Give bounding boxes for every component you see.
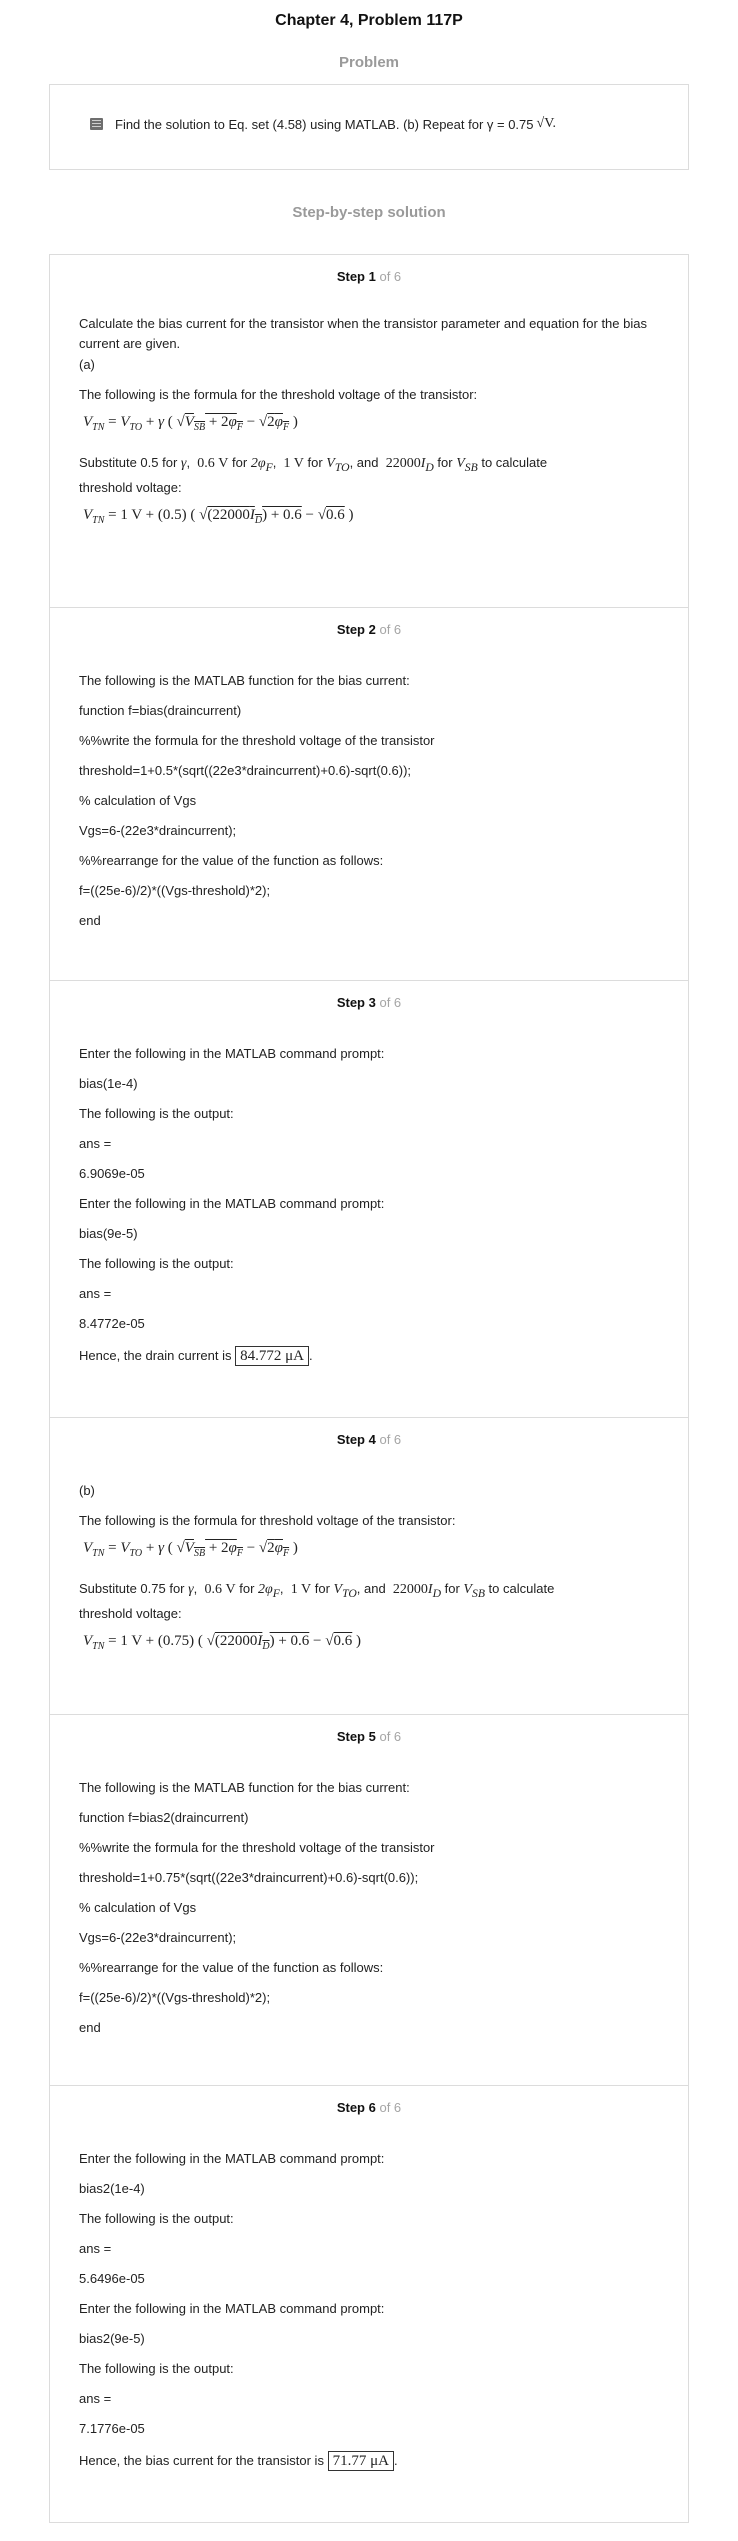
step-of: of 6 (379, 2100, 402, 2115)
step-number: Step 5 (336, 1729, 376, 1744)
step-line: The following is the output: (79, 2361, 234, 2376)
code-line: %%rearrange for the value of the functio… (79, 853, 384, 868)
answer-box: 84.772 μA (235, 1346, 309, 1366)
code-line: function f=bias2(draincurrent) (79, 1810, 249, 1825)
code-line: % calculation of Vgs (79, 793, 197, 808)
code-line: f=((25e-6)/2)*((Vgs-threshold)*2); (79, 1990, 271, 2005)
substituted-formula: VTN = 1 V + (0.5) ( √(22000ID) + 0.6 − √… (83, 506, 354, 526)
code-line: % calculation of Vgs (79, 1900, 197, 1915)
step-conclusion: Hence, the bias current for the transist… (79, 2451, 398, 2471)
step-line: ans = (79, 1286, 112, 1301)
step-line: bias2(1e-4) (79, 2181, 145, 2196)
step-line: Enter the following in the MATLAB comman… (79, 2151, 385, 2166)
step-conclusion: Hence, the drain current is 84.772 μA. (79, 1346, 313, 1366)
problem-heading: Problem (338, 54, 399, 71)
step-line: ans = (79, 1136, 112, 1151)
step-3: Step 3 of 6 Enter the following in the M… (50, 981, 688, 1418)
problem-statement: Find the solution to Eq. set (4.58) usin… (90, 116, 556, 132)
step-line: ans = (79, 2241, 112, 2256)
step-part-label: (a) (79, 357, 95, 372)
book-icon (90, 118, 103, 130)
problem-unit: √V. (536, 116, 557, 131)
steps-container: Step 1 of 6 Calculate the bias current f… (49, 254, 689, 2523)
page-title: Chapter 4, Problem 117P (275, 12, 463, 29)
step-line: 8.4772e-05 (79, 1316, 145, 1331)
problem-text: Find the solution to Eq. set (4.58) usin… (115, 116, 534, 132)
step-line: ans = (79, 2391, 112, 2406)
step-line: The following is the output: (79, 2211, 234, 2226)
step-line: Enter the following in the MATLAB comman… (79, 1046, 385, 1061)
code-line: threshold=1+0.75*(sqrt((22e3*draincurren… (79, 1870, 419, 1885)
step-1: Step 1 of 6 Calculate the bias current f… (50, 255, 688, 608)
step-body: Enter the following in the MATLAB comman… (50, 1015, 688, 1366)
code-line: f=((25e-6)/2)*((Vgs-threshold)*2); (79, 883, 271, 898)
step-number: Step 1 (336, 269, 376, 284)
step-text: Calculate the bias current for the trans… (79, 316, 647, 351)
step-line: Enter the following in the MATLAB comman… (79, 1196, 385, 1211)
substituted-formula: VTN = 1 V + (0.75) ( √(22000ID) + 0.6 − … (83, 1632, 361, 1652)
substitution-text: Substitute 0.75 for γ, 0.6 V for 2φF, 1 … (79, 1581, 555, 1621)
answer-box: 71.77 μA (327, 2451, 394, 2471)
step-body: The following is the MATLAB function for… (50, 642, 688, 929)
step-number: Step 2 (336, 622, 376, 637)
code-line: Vgs=6-(22e3*draincurrent); (79, 1930, 237, 1945)
threshold-formula: VTN = VTO + γ ( √VSB + 2φF − √2φF ) (83, 414, 298, 433)
step-line: The following is the output: (79, 1106, 234, 1121)
substitution-text: Substitute 0.5 for γ, 0.6 V for 2φF, 1 V… (79, 455, 548, 495)
step-number: Step 3 (336, 995, 376, 1010)
code-line: end (79, 2020, 101, 2035)
problem-box: Find the solution to Eq. set (4.58) usin… (49, 84, 689, 170)
solution-page: Chapter 4, Problem 117P Problem Find the… (0, 0, 738, 2541)
step-header: Step 5 of 6 (50, 1715, 688, 1749)
step-header: Step 6 of 6 (50, 2086, 688, 2120)
code-line: The following is the MATLAB function for… (79, 673, 410, 688)
step-of: of 6 (379, 1729, 402, 1744)
threshold-formula: VTN = VTO + γ ( √VSB + 2φF − √2φF ) (83, 1540, 298, 1559)
step-line: 6.9069e-05 (79, 1166, 145, 1181)
step-line: bias(9e-5) (79, 1226, 138, 1241)
step-header: Step 3 of 6 (50, 981, 688, 1015)
step-header: Step 2 of 6 (50, 608, 688, 642)
step-of: of 6 (379, 995, 402, 1010)
step-line: bias2(9e-5) (79, 2331, 145, 2346)
code-line: threshold=1+0.5*(sqrt((22e3*draincurrent… (79, 763, 412, 778)
code-line: Vgs=6-(22e3*draincurrent); (79, 823, 237, 838)
step-body: Enter the following in the MATLAB comman… (50, 2120, 688, 2471)
code-line: The following is the MATLAB function for… (79, 1780, 410, 1795)
code-line: end (79, 913, 101, 928)
step-text: The following is the formula for the thr… (79, 387, 478, 402)
step-of: of 6 (379, 1432, 402, 1447)
step-line: 7.1776e-05 (79, 2421, 145, 2436)
step-of: of 6 (379, 622, 402, 637)
code-line: %%write the formula for the threshold vo… (79, 733, 435, 748)
step-body: Calculate the bias current for the trans… (50, 289, 688, 532)
code-line: %%write the formula for the threshold vo… (79, 1840, 435, 1855)
code-line: function f=bias(draincurrent) (79, 703, 242, 718)
step-number: Step 4 (336, 1432, 376, 1447)
step-body: The following is the MATLAB function for… (50, 1749, 688, 2036)
code-line: %%rearrange for the value of the functio… (79, 1960, 384, 1975)
step-number: Step 6 (336, 2100, 376, 2115)
step-line: Enter the following in the MATLAB comman… (79, 2301, 385, 2316)
step-line: bias(1e-4) (79, 1076, 138, 1091)
step-5: Step 5 of 6 The following is the MATLAB … (50, 1715, 688, 2086)
step-4: Step 4 of 6 (b) The following is the for… (50, 1418, 688, 1715)
step-header: Step 4 of 6 (50, 1418, 688, 1452)
step-body: (b) The following is the formula for thr… (50, 1452, 688, 1658)
step-2: Step 2 of 6 The following is the MATLAB … (50, 608, 688, 981)
step-6: Step 6 of 6 Enter the following in the M… (50, 2086, 688, 2522)
step-text: The following is the formula for thresho… (79, 1513, 456, 1528)
solution-heading: Step-by-step solution (292, 204, 446, 221)
step-part-label: (b) (79, 1483, 95, 1498)
step-line: The following is the output: (79, 1256, 234, 1271)
step-of: of 6 (379, 269, 402, 284)
step-line: 5.6496e-05 (79, 2271, 145, 2286)
step-header: Step 1 of 6 (50, 255, 688, 289)
